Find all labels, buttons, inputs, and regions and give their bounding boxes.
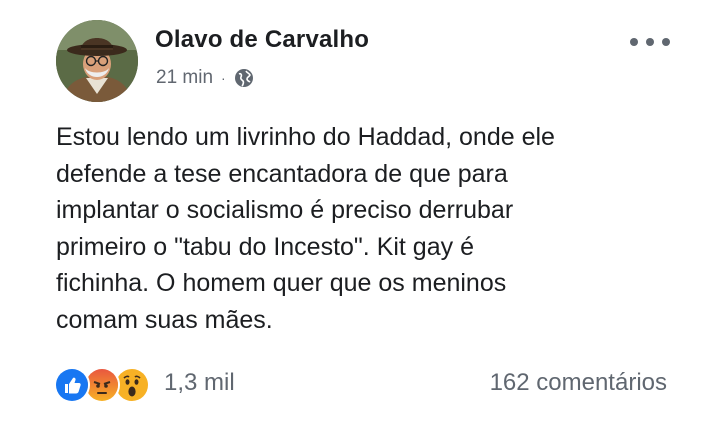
post-card: Olavo de Carvalho 21 min · Estou lendo u… [0,0,720,428]
reactions-summary[interactable] [54,367,150,403]
post-text-line: Estou lendo um livrinho do Haddad, onde … [56,123,555,151]
post-text: Estou lendo um livrinho do Haddad, onde … [56,119,676,338]
reactions-count[interactable]: 1,3 mil [164,369,235,397]
meta-separator: · [221,70,226,86]
post-time[interactable]: 21 min [156,67,213,89]
like-icon [54,367,90,403]
post-text-line: comam suas mães. [56,305,273,334]
more-dot [630,38,638,46]
post-text-line: primeiro o "tabu do Incesto". Kit gay é [56,232,474,261]
globe-icon [234,68,254,88]
author-name[interactable]: Olavo de Carvalho [155,26,369,54]
post-meta: 21 min · [156,67,254,89]
more-dot [646,38,654,46]
more-dot [662,38,670,46]
avatar[interactable] [56,20,138,102]
post-text-line: implantar o socialismo é preciso derruba… [56,196,514,224]
post-text-line: fichinha. O homem quer que os meninos [56,269,507,297]
avatar-photo [56,20,138,102]
more-options-icon[interactable] [630,34,670,50]
post-text-line: defende a tese encantadora de que para [56,159,508,188]
comments-count[interactable]: 162 comentários [490,369,667,397]
